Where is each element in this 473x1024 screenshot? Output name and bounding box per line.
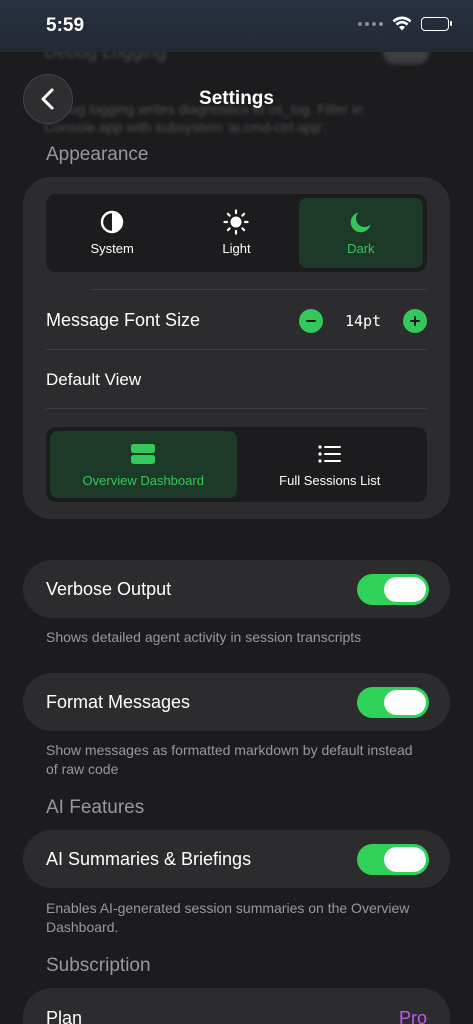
theme-option-label: Dark	[347, 241, 375, 256]
divider	[46, 408, 427, 409]
section-header-appearance: Appearance	[46, 144, 149, 165]
verbose-output-toggle[interactable]	[357, 574, 429, 605]
theme-segmented-control: System Light Dark	[46, 194, 427, 272]
plan-value: Pro	[398, 1008, 427, 1024]
list-icon	[318, 442, 342, 466]
theme-option-label: Light	[222, 241, 251, 256]
verbose-output-row: Verbose Output	[23, 560, 450, 618]
section-header-subscription: Subscription	[46, 955, 151, 976]
background-setting-title: Debug Logging	[44, 52, 167, 62]
theme-option-label: System	[90, 241, 134, 256]
ai-summaries-label: AI Summaries & Briefings	[46, 849, 252, 869]
status-bar: 5:59	[0, 0, 473, 52]
sun-icon	[223, 209, 250, 235]
ai-summaries-toggle[interactable]	[357, 844, 429, 875]
divider	[90, 289, 427, 290]
page-title: Settings	[199, 88, 274, 109]
format-messages-toggle[interactable]	[357, 687, 429, 718]
half-circle-icon	[100, 210, 124, 234]
theme-option-dark[interactable]: Dark	[298, 198, 423, 268]
plus-icon	[410, 315, 420, 328]
view-option-overview-dashboard[interactable]: Overview Dashboard	[50, 431, 237, 498]
ai-summaries-row: AI Summaries & Briefings	[23, 830, 450, 888]
format-messages-row: Format Messages	[23, 673, 450, 731]
settings-sheet: Debug Logging Debug logging writes diagn…	[0, 52, 473, 1024]
wifi-icon	[392, 16, 412, 31]
default-view-label: Default View	[46, 370, 142, 389]
format-messages-footnote: Show messages as formatted markdown by d…	[46, 742, 413, 777]
view-option-full-sessions-list[interactable]: Full Sessions List	[237, 431, 424, 498]
background-toggle	[383, 52, 429, 64]
format-messages-label: Format Messages	[46, 692, 191, 712]
moon-icon	[349, 210, 373, 234]
font-size-label: Message Font Size	[46, 310, 201, 330]
view-option-label: Overview Dashboard	[82, 472, 204, 488]
battery-icon	[421, 16, 452, 31]
plan-label: Plan	[46, 1008, 83, 1024]
section-header-ai-features: AI Features	[46, 797, 145, 818]
dashboard-icon	[130, 442, 156, 466]
theme-option-light[interactable]: Light	[174, 198, 298, 268]
verbose-output-label: Verbose Output	[46, 579, 172, 599]
font-size-value: 14pt	[344, 312, 382, 330]
plan-row[interactable]: Plan Pro	[23, 988, 450, 1024]
decrease-font-button[interactable]	[299, 309, 323, 333]
increase-font-button[interactable]	[403, 309, 427, 333]
theme-option-system[interactable]: System	[50, 198, 174, 268]
view-option-label: Full Sessions List	[279, 472, 381, 488]
status-indicators	[358, 16, 452, 31]
appearance-card: System Light Dark Message Font Size 14pt…	[23, 177, 450, 519]
default-view-segmented-control: Overview Dashboard Full Sessions List	[46, 427, 427, 502]
status-time: 5:59	[46, 15, 85, 36]
ai-summaries-footnote: Enables AI-generated session summaries o…	[46, 900, 410, 935]
verbose-output-footnote: Shows detailed agent activity in session…	[46, 629, 362, 645]
minus-icon	[306, 319, 316, 323]
font-size-stepper: 14pt	[299, 309, 427, 333]
cellular-signal-icon	[358, 21, 383, 26]
divider	[46, 349, 427, 350]
